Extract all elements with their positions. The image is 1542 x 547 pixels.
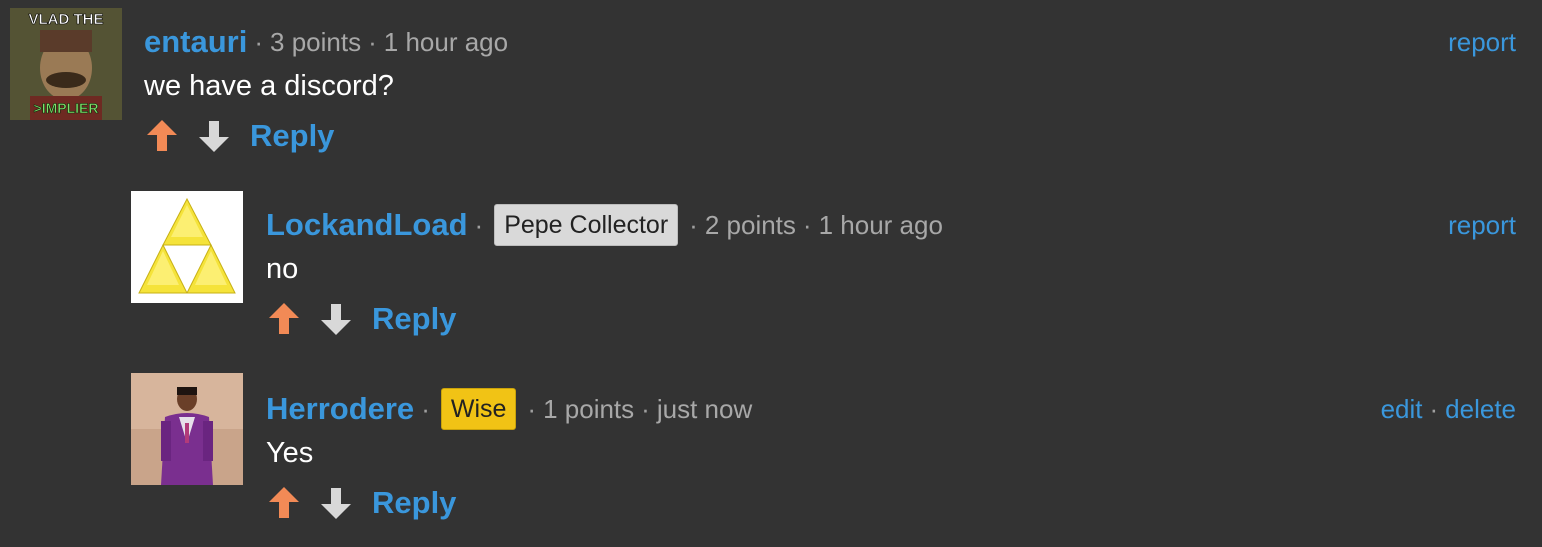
edit-link[interactable]: edit (1381, 394, 1423, 425)
username-link[interactable]: Herrodere (266, 391, 414, 427)
comment-meta: Herrodere · Wise · 1 points · just now (266, 388, 1516, 430)
timestamp: 1 hour ago (818, 209, 943, 240)
separator: · (641, 393, 650, 424)
upvote-arrow-icon[interactable] (266, 485, 302, 521)
avatar[interactable]: VLAD THE >IMPLIER (10, 8, 122, 120)
points: 3 points (270, 26, 362, 57)
avatar-bottom-text: >IMPLIER (34, 100, 99, 116)
reply-button[interactable]: Reply (250, 118, 334, 154)
comment-actions: edit · delete (1381, 389, 1516, 429)
separator: · (689, 209, 698, 240)
vote-row: Reply (144, 114, 334, 158)
vote-row: Reply (266, 481, 456, 525)
report-link[interactable]: report (1448, 27, 1516, 58)
downvote-arrow-icon[interactable] (196, 118, 232, 154)
comment-meta: LockandLoad · Pepe Collector · 2 points … (266, 204, 1516, 246)
downvote-arrow-icon[interactable] (318, 485, 354, 521)
separator: · (368, 26, 377, 57)
timestamp: 1 hour ago (383, 26, 509, 57)
reply-button[interactable]: Reply (372, 485, 456, 521)
avatar[interactable] (131, 373, 243, 485)
separator: · (421, 393, 430, 424)
points: 2 points (704, 209, 796, 240)
comment-meta: entauri · 3 points · 1 hour ago (144, 22, 1516, 62)
vote-row: Reply (266, 297, 456, 341)
comment-actions: report (1448, 205, 1516, 245)
separator: · (802, 209, 812, 240)
upvote-arrow-icon[interactable] (266, 301, 302, 337)
separator: · (1429, 393, 1439, 424)
points: 1 points (543, 393, 635, 424)
user-flair-badge: Pepe Collector (494, 204, 679, 246)
reply-button[interactable]: Reply (372, 301, 456, 337)
comment-body: no (266, 253, 299, 285)
separator: · (527, 393, 537, 424)
delete-link[interactable]: delete (1445, 394, 1516, 425)
downvote-arrow-icon[interactable] (318, 301, 354, 337)
comment-content: LockandLoad · Pepe Collector · 2 points … (266, 204, 1516, 355)
comment-body: Yes (266, 437, 314, 469)
comment-content: entauri · 3 points · 1 hour ago report w… (144, 22, 1516, 172)
comment-actions: report (1448, 22, 1516, 62)
avatar[interactable] (131, 191, 243, 303)
separator: · (254, 26, 264, 57)
user-flair-badge: Wise (440, 388, 517, 430)
separator: · (474, 209, 484, 240)
username-link[interactable]: LockandLoad (266, 207, 468, 243)
avatar-top-text: VLAD THE (29, 11, 104, 28)
comment-body: we have a discord? (144, 70, 394, 102)
upvote-arrow-icon[interactable] (144, 118, 180, 154)
username-link[interactable]: entauri (144, 24, 247, 60)
comment-content: Herrodere · Wise · 1 points · just now e… (266, 388, 1516, 539)
report-link[interactable]: report (1448, 210, 1516, 241)
timestamp: just now (656, 393, 753, 424)
